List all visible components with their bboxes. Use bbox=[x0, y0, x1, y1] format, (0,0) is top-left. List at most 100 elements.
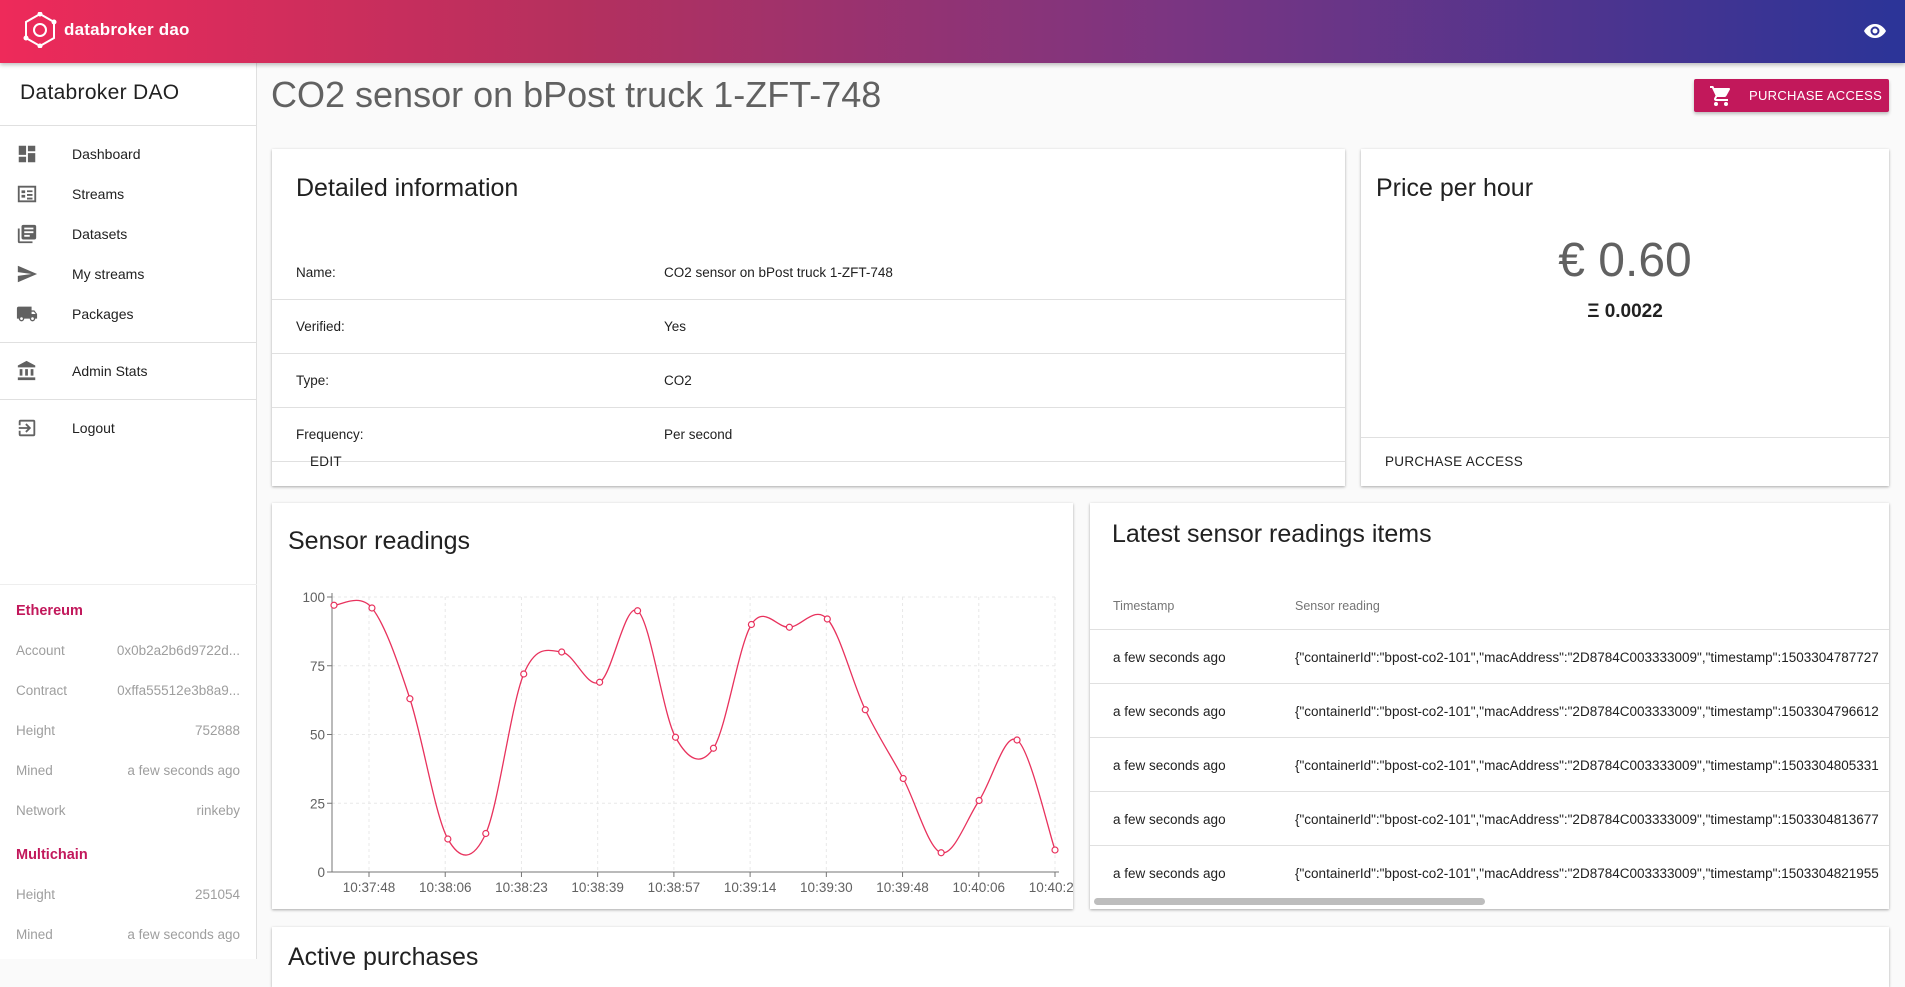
detail-row-name: Name: CO2 sensor on bPost truck 1-ZFT-748 bbox=[272, 246, 1345, 300]
data-point bbox=[330, 601, 338, 609]
purchase-access-card-button[interactable]: PURCHASE ACCESS bbox=[1385, 454, 1523, 469]
sidebar-logout-nav: Logout bbox=[0, 400, 256, 456]
sensor-readings-card: Sensor readings 0 25 50 75 100 10:37:48 10:38… bbox=[272, 503, 1073, 909]
table-header: Timestamp Sensor reading bbox=[1090, 579, 1889, 629]
x-tick-label: 10:40:06 bbox=[952, 880, 1005, 895]
data-point bbox=[899, 774, 907, 783]
sidebar-item-my-streams[interactable]: My streams bbox=[0, 254, 256, 294]
streams-icon bbox=[17, 185, 37, 203]
data-point bbox=[823, 615, 831, 623]
latest-readings-card: Latest sensor readings items Timestamp S… bbox=[1090, 503, 1889, 909]
sidebar-item-packages[interactable]: Packages bbox=[0, 294, 256, 334]
eye-icon bbox=[1864, 24, 1886, 38]
x-tick-label: 10:37:48 bbox=[343, 880, 396, 895]
multichain-mined: Mined a few seconds ago bbox=[16, 927, 240, 942]
data-point bbox=[444, 835, 452, 843]
table-row: a few seconds ago {"containerId":"bpost-c… bbox=[1090, 791, 1889, 845]
table-row: a few seconds ago {"containerId":"bpost-c… bbox=[1090, 629, 1889, 683]
chart-x-ticks: 10:37:48 10:38:06 10:38:23 10:38:39 10:38:57… bbox=[343, 880, 1073, 895]
price-divider bbox=[1361, 437, 1889, 438]
price-title: Price per hour bbox=[1376, 174, 1534, 202]
databroker-logo-icon bbox=[23, 12, 57, 48]
y-tick-label: 50 bbox=[310, 728, 325, 743]
table-row: a few seconds ago {"containerId":"bpost-c… bbox=[1090, 737, 1889, 791]
sidebar-item-label: Dashboard bbox=[72, 146, 141, 162]
data-point bbox=[975, 796, 983, 805]
sidebar-item-label: Packages bbox=[72, 306, 134, 322]
data-point bbox=[937, 849, 945, 857]
price-eth: Ξ 0.0022 bbox=[1587, 301, 1663, 322]
data-point bbox=[520, 670, 528, 678]
column-sensor-reading[interactable]: Sensor reading bbox=[1295, 599, 1380, 613]
datasets-icon bbox=[17, 224, 37, 244]
sidebar-item-logout[interactable]: Logout bbox=[0, 408, 256, 448]
data-point bbox=[1051, 846, 1059, 854]
table-row: a few seconds ago {"containerId":"bpost-c… bbox=[1090, 845, 1889, 899]
table-row: a few seconds ago {"containerId":"bpost-c… bbox=[1090, 683, 1889, 737]
data-point bbox=[482, 829, 490, 838]
active-purchases-card: Active purchases bbox=[272, 927, 1889, 987]
latest-readings-title: Latest sensor readings items bbox=[1112, 520, 1432, 548]
edit-button[interactable]: EDIT bbox=[310, 454, 342, 469]
price-eur: € 0.60 bbox=[1558, 234, 1692, 287]
x-tick-label: 10:38:23 bbox=[495, 880, 548, 895]
purchase-access-label: PURCHASE ACCESS bbox=[1749, 88, 1883, 103]
data-point bbox=[1013, 736, 1021, 744]
data-point bbox=[785, 623, 793, 631]
chart-y-ticks: 0 25 50 75 100 bbox=[302, 590, 325, 880]
sidebar-item-label: My streams bbox=[72, 266, 145, 282]
logo[interactable]: databroker dao bbox=[22, 12, 190, 48]
y-tick-label: 25 bbox=[310, 796, 325, 811]
purchase-access-button[interactable]: PURCHASE ACCESS bbox=[1694, 79, 1889, 112]
sidebar-item-admin-stats[interactable]: Admin Stats bbox=[0, 351, 256, 391]
sidebar-item-label: Logout bbox=[72, 420, 115, 436]
ethereum-network: Network rinkeby bbox=[16, 803, 240, 818]
ethereum-mined: Mined a few seconds ago bbox=[16, 763, 240, 778]
detail-row-frequency: Frequency: Per second bbox=[272, 408, 1345, 462]
x-tick-label: 10:39:30 bbox=[800, 880, 853, 895]
column-timestamp[interactable]: Timestamp bbox=[1113, 599, 1174, 613]
horizontal-scrollbar[interactable] bbox=[1094, 898, 1485, 905]
x-tick-label: 10:38:06 bbox=[419, 880, 472, 895]
sidebar-brand: Databroker DAO bbox=[0, 63, 256, 126]
data-point bbox=[406, 695, 414, 703]
y-tick-label: 0 bbox=[317, 865, 325, 880]
multichain-height: Height 251054 bbox=[16, 887, 240, 902]
blockchain-info: Ethereum Account 0x0b2a2b6d9722d... Contr… bbox=[0, 584, 257, 955]
detailed-information-card: Detailed information Name: CO2 sensor on … bbox=[272, 149, 1345, 486]
x-tick-label: 10:39:14 bbox=[724, 880, 777, 895]
x-tick-label: 10:40:22 bbox=[1029, 880, 1073, 895]
logout-icon bbox=[18, 419, 36, 437]
dashboard-icon bbox=[18, 145, 36, 163]
sidebar-admin-nav: Admin Stats bbox=[0, 343, 256, 400]
sidebar-main-nav: Dashboard Streams Datasets My streams Pa… bbox=[0, 126, 256, 343]
sensor-readings-chart: 0 25 50 75 100 10:37:48 10:38:06 10:38:23 10:38… bbox=[302, 590, 1073, 895]
sidebar-item-label: Streams bbox=[72, 186, 125, 202]
app-bar: databroker dao bbox=[0, 0, 1905, 63]
data-point bbox=[671, 733, 680, 741]
visibility-toggle[interactable] bbox=[1863, 19, 1887, 48]
x-tick-label: 10:38:39 bbox=[571, 880, 624, 895]
cart-icon bbox=[1710, 85, 1731, 106]
sidebar-item-dashboard[interactable]: Dashboard bbox=[0, 134, 256, 174]
chart-grid bbox=[332, 596, 1057, 872]
ethereum-account: Account 0x0b2a2b6d9722d... bbox=[16, 643, 240, 658]
bank-icon bbox=[17, 360, 36, 381]
sidebar-item-streams[interactable]: Streams bbox=[0, 174, 256, 214]
x-tick-label: 10:39:48 bbox=[876, 880, 929, 895]
data-point bbox=[709, 744, 718, 752]
logo-text: databroker dao bbox=[64, 20, 190, 39]
data-point bbox=[633, 607, 642, 615]
data-point bbox=[596, 678, 604, 686]
price-card: Price per hour € 0.60 Ξ 0.0022 PURCHASE … bbox=[1361, 149, 1889, 486]
data-point bbox=[747, 620, 756, 629]
truck-icon bbox=[16, 306, 38, 322]
detail-row-type: Type: CO2 bbox=[272, 354, 1345, 408]
ethereum-heading: Ethereum bbox=[16, 603, 83, 619]
sensor-series-line bbox=[333, 599, 1056, 856]
sidebar: Databroker DAO Dashboard Streams Dataset… bbox=[0, 63, 257, 959]
multichain-heading: Multichain bbox=[16, 847, 88, 863]
sidebar-item-datasets[interactable]: Datasets bbox=[0, 214, 256, 254]
x-tick-label: 10:38:57 bbox=[648, 880, 701, 895]
ethereum-contract: Contract 0xffa55512e3b8a9... bbox=[16, 683, 240, 698]
